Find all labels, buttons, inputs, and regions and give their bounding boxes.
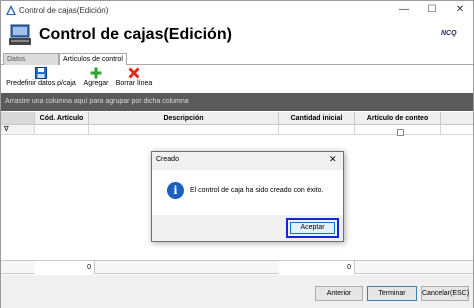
filter-conteo-checkbox[interactable] [397, 129, 404, 136]
predefine-data-button[interactable]: Predefinir datos p/caja [3, 66, 79, 92]
tab-articulos-de-control[interactable]: Artículos de control [59, 53, 127, 65]
ok-button[interactable]: Aceptar [290, 222, 335, 234]
page-header: Control de cajas(Edición) NCQ [1, 19, 473, 51]
dialog-close-button[interactable]: ✕ [329, 154, 337, 165]
total-cantidad: 0 [279, 261, 355, 274]
info-icon: i [167, 182, 184, 199]
brand-logo: NCQ [441, 30, 457, 37]
footer-bar: Anterior Terminar Cancelar(ESC) [1, 275, 473, 308]
column-header-blank [441, 112, 473, 125]
finish-button[interactable]: Terminar [367, 286, 417, 301]
tab-datos-generales[interactable]: Datos generales [3, 53, 59, 74]
total-codigo: 0 [35, 261, 95, 274]
dialog-message: El control de caja ha sido creado con éx… [190, 187, 324, 194]
filter-descripcion[interactable] [89, 125, 279, 135]
delete-line-button[interactable]: Borrar línea [113, 66, 155, 92]
predefine-data-label: Predefinir datos p/caja [6, 80, 76, 87]
cash-register-icon [9, 24, 31, 45]
add-button[interactable]: Agregar [81, 66, 111, 92]
totals-row: 0 0 [1, 260, 473, 274]
group-by-panel[interactable]: Arrastre una columna aquí para agrupar p… [1, 93, 473, 111]
close-button[interactable]: ✕ [445, 3, 474, 17]
add-label: Agregar [83, 80, 109, 87]
toolbar: Predefinir datos p/caja Agregar Borrar l… [1, 66, 473, 92]
row-indicator-header [1, 112, 35, 125]
cancel-button[interactable]: Cancelar(ESC) [421, 286, 469, 301]
filter-cantidad[interactable] [279, 125, 355, 135]
filter-icon[interactable]: ∇ [1, 125, 35, 135]
title-bar: Control de cajas(Edición) — ☐ ✕ [1, 1, 473, 19]
floppy-save-icon [35, 67, 47, 79]
plus-icon [90, 67, 102, 79]
minimize-button[interactable]: — [389, 3, 419, 17]
delete-line-label: Borrar línea [115, 80, 153, 87]
previous-button[interactable]: Anterior [315, 286, 363, 301]
dialog-body: i El control de caja ha sido creado con … [152, 170, 343, 215]
column-header-cantidad[interactable]: Cantidad inicial [279, 112, 355, 125]
column-header-descripcion[interactable]: Descripción [89, 112, 279, 125]
dialog-title: Creado [156, 156, 179, 163]
window-title: Control de cajas(Edición) [19, 6, 109, 15]
maximize-button[interactable]: ☐ [417, 3, 447, 17]
tab-bar: Datos generales Artículos de control [1, 53, 473, 74]
filter-codigo[interactable] [35, 125, 89, 135]
column-header-codigo[interactable]: Cód. Artículo [35, 112, 89, 125]
filter-blank [441, 125, 473, 135]
page-title: Control de cajas(Edición) [39, 26, 232, 43]
created-dialog: Creado ✕ i El control de caja ha sido cr… [151, 151, 344, 242]
main-window: Control de cajas(Edición) — ☐ ✕ Control … [0, 0, 474, 308]
column-header-conteo[interactable]: Artículo de conteo [355, 112, 441, 125]
ok-button-focus-highlight: Aceptar [286, 218, 339, 238]
app-icon [6, 5, 16, 15]
red-x-icon [128, 67, 140, 79]
